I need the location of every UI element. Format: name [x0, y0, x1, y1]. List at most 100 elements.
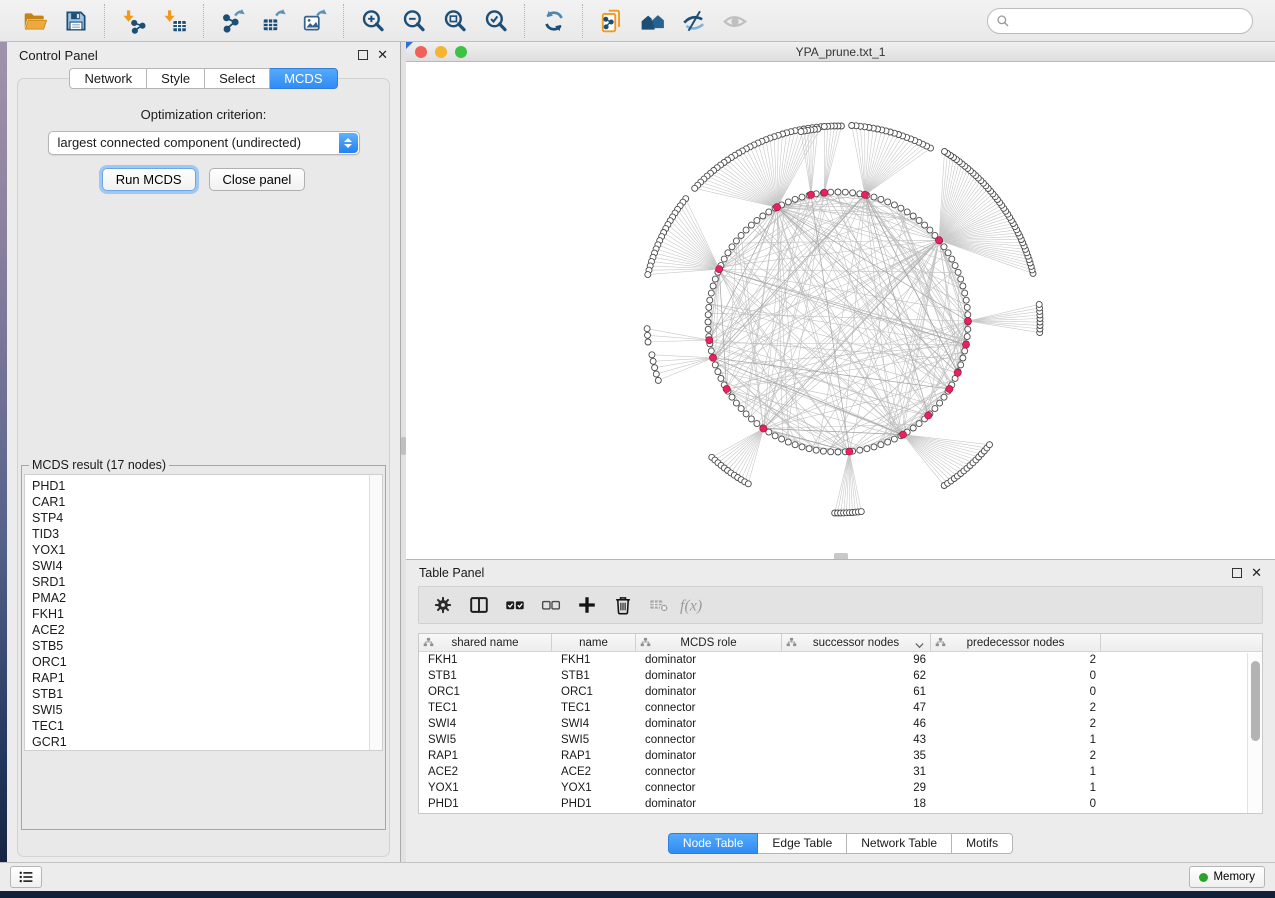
optimization-criterion-value: largest connected component (undirected) — [58, 135, 302, 150]
mcds-result-item[interactable]: SRD1 — [25, 574, 382, 590]
mcds-result-item[interactable]: SWI4 — [25, 558, 382, 574]
table-row[interactable]: SWI5SWI5connector431 — [419, 732, 1262, 748]
cell-predecessor_nodes: 2 — [931, 718, 1101, 730]
tab-network-table[interactable]: Network Table — [847, 833, 952, 854]
mcds-result-item[interactable]: TEC1 — [25, 718, 382, 734]
table-row[interactable]: ACE2ACE2connector311 — [419, 764, 1262, 780]
cell-name: STB1 — [552, 670, 636, 682]
attribute-type-icon — [640, 637, 651, 651]
column-header-MCDS-role[interactable]: MCDS role — [636, 634, 782, 651]
tab-node-table[interactable]: Node Table — [668, 833, 759, 854]
window-minimize-button[interactable] — [435, 46, 447, 58]
column-header-predecessor-nodes[interactable]: predecessor nodes — [931, 634, 1101, 651]
export-table-icon[interactable] — [253, 4, 294, 38]
tab-mcds[interactable]: MCDS — [270, 68, 337, 89]
table-settings-icon[interactable] — [425, 589, 461, 621]
column-header-shared-name[interactable]: shared name — [419, 634, 552, 651]
search-box — [987, 8, 1253, 34]
cell-shared_name: TEC1 — [419, 702, 552, 714]
cell-shared_name: SWI4 — [419, 718, 552, 730]
export-network-icon[interactable] — [212, 4, 253, 38]
import-network-icon[interactable] — [113, 4, 154, 38]
zoom-out-icon[interactable] — [393, 4, 434, 38]
show-all-icon — [714, 4, 755, 38]
optimization-criterion-select[interactable]: largest connected component (undirected) — [48, 131, 360, 155]
mcds-result-item[interactable]: GCR1 — [25, 734, 382, 750]
table-row[interactable]: ORC1ORC1dominator610 — [419, 684, 1262, 700]
mcds-result-item[interactable]: SWI5 — [25, 702, 382, 718]
run-mcds-button[interactable]: Run MCDS — [102, 168, 196, 191]
mcds-result-item[interactable]: YOX1 — [25, 542, 382, 558]
network-view-titlebar[interactable]: YPA_prune.txt_1 — [406, 42, 1275, 62]
window-close-button[interactable] — [415, 46, 427, 58]
table-panel-float-button[interactable] — [1232, 568, 1242, 578]
tab-motifs[interactable]: Motifs — [952, 833, 1013, 854]
network-documents-icon[interactable] — [591, 4, 632, 38]
mcds-result-item[interactable]: PHD1 — [25, 478, 382, 494]
cell-shared_name: RAP1 — [419, 750, 552, 762]
table-row[interactable]: TEC1TEC1connector472 — [419, 700, 1262, 716]
mcds-result-item[interactable]: STP4 — [25, 510, 382, 526]
table-body: FKH1FKH1dominator962STB1STB1dominator620… — [419, 652, 1262, 812]
add-row-icon[interactable] — [569, 589, 605, 621]
cell-successor_nodes: 31 — [782, 766, 931, 778]
deselect-all-icon[interactable] — [533, 589, 569, 621]
table-row[interactable]: STB1STB1dominator620 — [419, 668, 1262, 684]
mcds-result-title: MCDS result (17 nodes) — [29, 458, 169, 472]
export-image-icon[interactable] — [294, 4, 335, 38]
save-icon[interactable] — [55, 4, 96, 38]
window-zoom-button[interactable] — [455, 46, 467, 58]
select-all-icon[interactable] — [497, 589, 533, 621]
memory-button[interactable]: Memory — [1189, 866, 1265, 888]
delete-row-icon[interactable] — [605, 589, 641, 621]
refresh-icon[interactable] — [533, 4, 574, 38]
toggle-panels-icon[interactable] — [461, 589, 497, 621]
mcds-result-item[interactable]: PMA2 — [25, 590, 382, 606]
mcds-result-item[interactable]: ORC1 — [25, 654, 382, 670]
table-panel-close-button[interactable]: ✕ — [1251, 568, 1262, 578]
mcds-result-item[interactable]: RAP1 — [25, 670, 382, 686]
mcds-result-item[interactable]: ACE2 — [25, 622, 382, 638]
home-networks-icon[interactable] — [632, 4, 673, 38]
zoom-fit-icon[interactable] — [434, 4, 475, 38]
search-input[interactable] — [1010, 11, 1252, 31]
table-panel-title: Table Panel — [419, 566, 484, 580]
node-table: shared namenameMCDS rolesuccessor nodesp… — [418, 633, 1263, 814]
panel-list-button[interactable] — [10, 866, 42, 888]
zoom-selected-icon[interactable] — [475, 4, 516, 38]
cell-predecessor_nodes: 2 — [931, 702, 1101, 714]
horizontal-splitter-grip[interactable] — [834, 553, 848, 559]
mcds-result-item[interactable]: TID3 — [25, 526, 382, 542]
tab-edge-table[interactable]: Edge Table — [758, 833, 847, 854]
cell-mcds_role: connector — [636, 766, 782, 778]
mcds-result-item[interactable]: STB5 — [25, 638, 382, 654]
mcds-result-item[interactable]: FKH1 — [25, 606, 382, 622]
close-panel-button[interactable]: Close panel — [209, 168, 306, 191]
mcds-list-scrollbar[interactable] — [369, 475, 382, 750]
table-row[interactable]: YOX1YOX1connector291 — [419, 780, 1262, 796]
table-scrollbar[interactable] — [1247, 653, 1262, 813]
cell-successor_nodes: 29 — [782, 782, 931, 794]
cell-name: SWI4 — [552, 718, 636, 730]
import-table-icon[interactable] — [154, 4, 195, 38]
tab-style[interactable]: Style — [147, 68, 205, 89]
tab-network[interactable]: Network — [69, 68, 147, 89]
mcds-result-item[interactable]: STB1 — [25, 686, 382, 702]
table-row[interactable]: SWI4SWI4dominator462 — [419, 716, 1262, 732]
hide-selected-icon[interactable] — [673, 4, 714, 38]
table-row[interactable]: PHD1PHD1dominator180 — [419, 796, 1262, 812]
mcds-result-item[interactable]: CAR1 — [25, 494, 382, 510]
zoom-in-icon[interactable] — [352, 4, 393, 38]
open-icon[interactable] — [14, 4, 55, 38]
column-header-successor-nodes[interactable]: successor nodes — [782, 634, 931, 651]
tab-select[interactable]: Select — [205, 68, 270, 89]
column-header-name[interactable]: name — [552, 634, 636, 651]
control-panel-close-button[interactable]: ✕ — [377, 50, 388, 60]
control-panel-float-button[interactable] — [358, 50, 368, 60]
cell-shared_name: PHD1 — [419, 798, 552, 810]
network-canvas[interactable] — [406, 62, 1275, 559]
table-row[interactable]: RAP1RAP1dominator352 — [419, 748, 1262, 764]
table-scrollbar-thumb[interactable] — [1251, 661, 1260, 741]
table-row[interactable]: FKH1FKH1dominator962 — [419, 652, 1262, 668]
table-panel: Table Panel ✕ f(x) shared namenameMCDS r… — [406, 559, 1275, 862]
